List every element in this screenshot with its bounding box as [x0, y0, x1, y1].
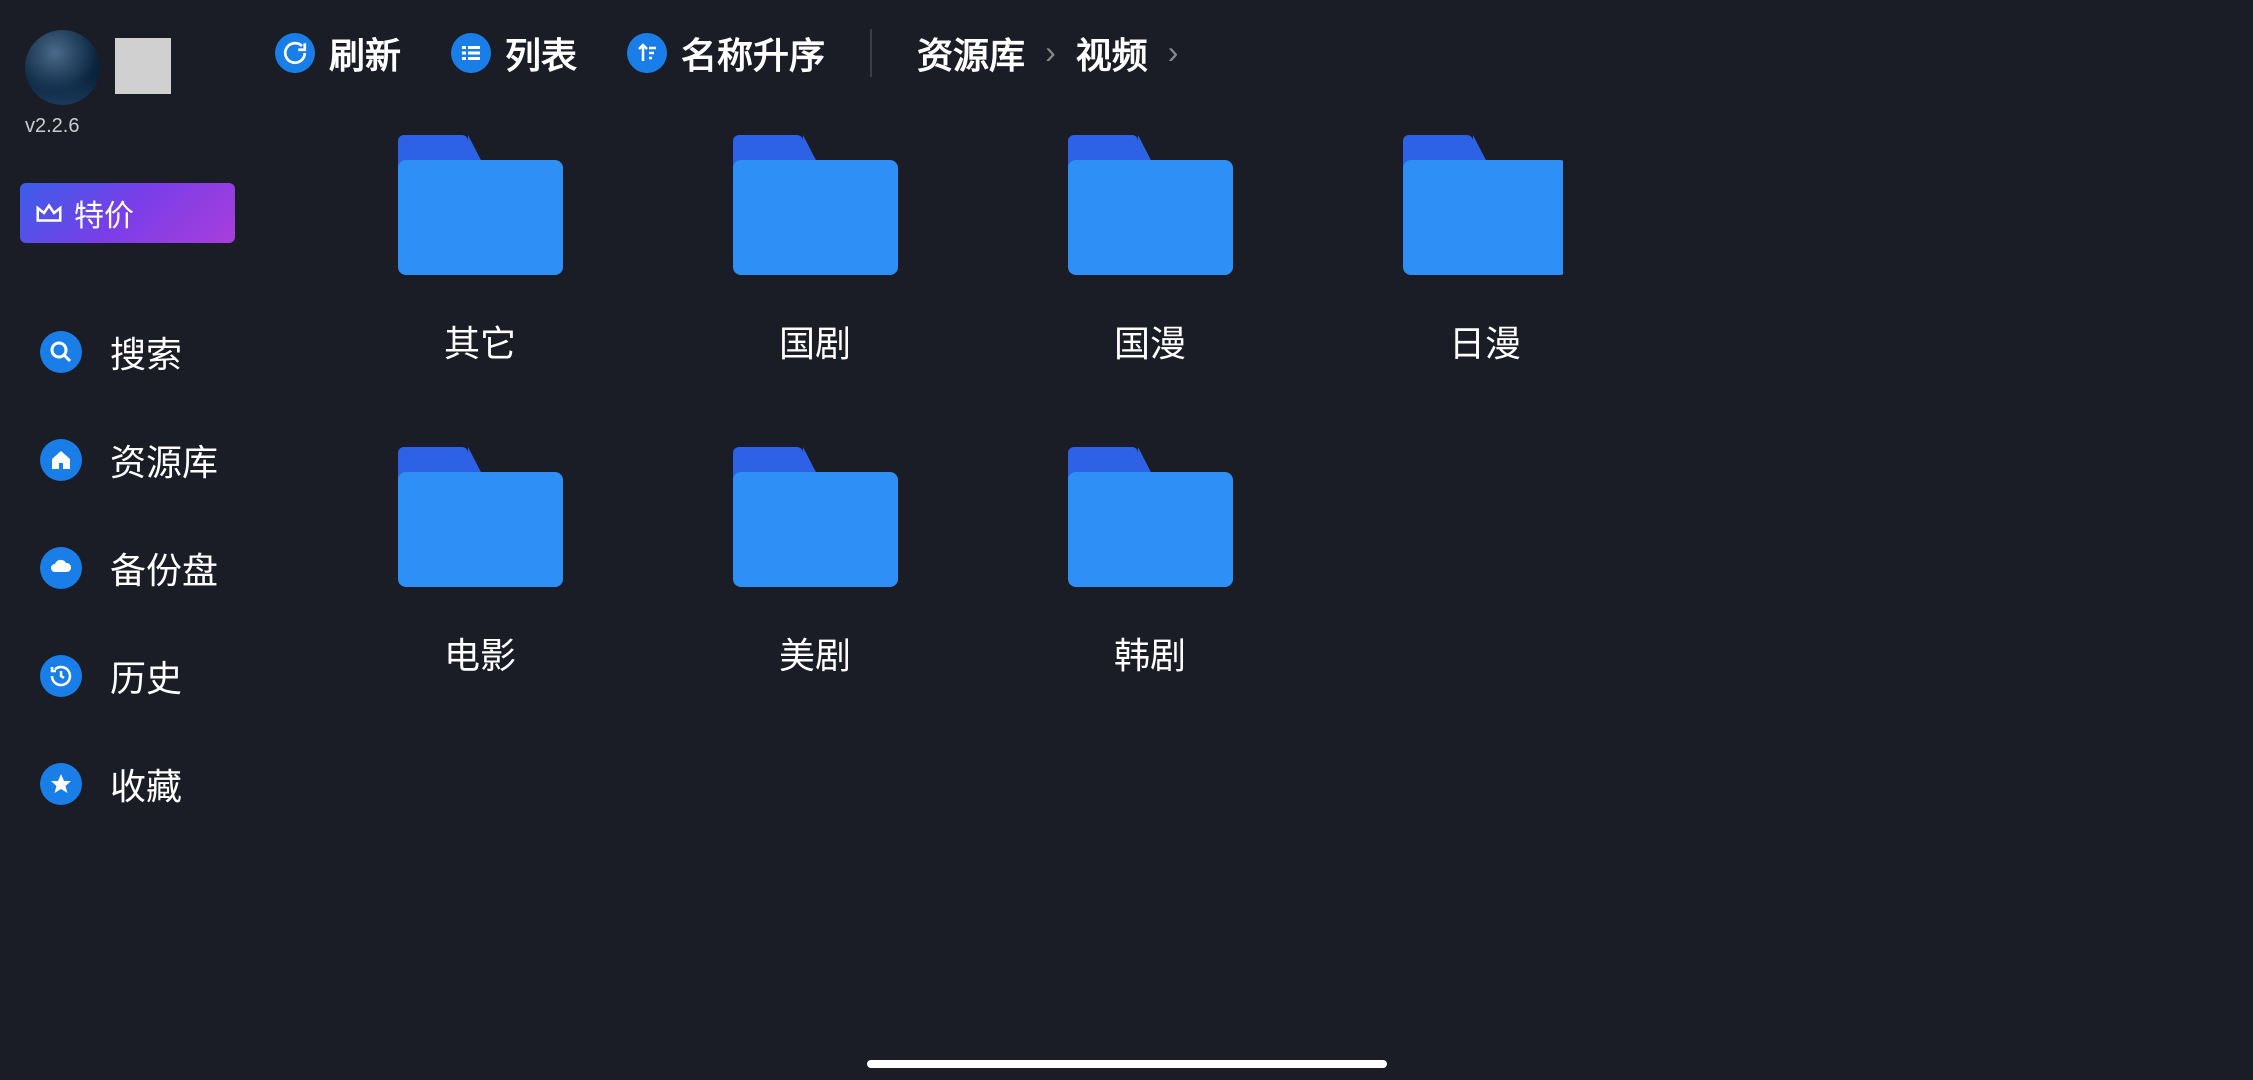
- sidebar-item-label: 收藏: [110, 758, 182, 810]
- sidebar-item-favorites[interactable]: 收藏: [0, 730, 255, 838]
- list-icon: [451, 33, 491, 73]
- sidebar-item-history[interactable]: 历史: [0, 622, 255, 730]
- toolbar-divider: [870, 29, 872, 77]
- breadcrumb-item-video[interactable]: 视频: [1076, 27, 1148, 79]
- folder-icon: [1403, 135, 1568, 275]
- folder-icon: [733, 447, 898, 587]
- version-label: v2.2.6: [0, 115, 255, 138]
- folder-item[interactable]: 国漫: [985, 135, 1315, 367]
- folder-item[interactable]: 美剧: [650, 447, 980, 679]
- chevron-right-icon: ›: [1168, 34, 1179, 71]
- refresh-icon: [275, 33, 315, 73]
- folder-item[interactable]: 韩剧: [985, 447, 1315, 679]
- folder-label: 电影: [444, 627, 516, 679]
- folder-icon: [398, 135, 563, 275]
- sidebar-item-label: 备份盘: [110, 542, 218, 594]
- refresh-label: 刷新: [329, 27, 401, 79]
- folder-item[interactable]: 其它: [315, 135, 645, 367]
- chevron-right-icon: ›: [1045, 34, 1056, 71]
- sidebar-item-backup[interactable]: 备份盘: [0, 514, 255, 622]
- star-icon: [40, 763, 82, 805]
- folder-label: 其它: [444, 315, 516, 367]
- breadcrumb-item-library[interactable]: 资源库: [917, 27, 1025, 79]
- folder-label: 韩剧: [1114, 627, 1186, 679]
- cloud-icon: [40, 547, 82, 589]
- folder-label: 国剧: [779, 315, 851, 367]
- promo-banner[interactable]: 特价: [20, 183, 235, 243]
- sidebar: v2.2.6 特价 搜索 资源库: [0, 0, 255, 1080]
- list-label: 列表: [505, 27, 577, 79]
- home-indicator[interactable]: [867, 1060, 1387, 1068]
- avatar-section: [0, 30, 255, 105]
- sidebar-item-search[interactable]: 搜索: [0, 298, 255, 406]
- search-icon: [40, 331, 82, 373]
- refresh-button[interactable]: 刷新: [275, 27, 401, 79]
- sidebar-item-label: 搜索: [110, 326, 182, 378]
- sidebar-item-library[interactable]: 资源库: [0, 406, 255, 514]
- user-avatar[interactable]: [25, 30, 100, 105]
- promo-label: 特价: [74, 191, 134, 235]
- folder-icon: [733, 135, 898, 275]
- list-button[interactable]: 列表: [451, 27, 577, 79]
- history-icon: [40, 655, 82, 697]
- sort-label: 名称升序: [681, 27, 825, 79]
- sort-button[interactable]: 名称升序: [627, 27, 825, 79]
- sort-icon: [627, 33, 667, 73]
- folder-item[interactable]: 电影: [315, 447, 645, 679]
- cutoff-area: [1563, 0, 2253, 1080]
- breadcrumb: 资源库 › 视频 ›: [917, 27, 1178, 79]
- folder-icon: [1068, 135, 1233, 275]
- avatar-badge: [115, 38, 171, 94]
- folder-item[interactable]: 国剧: [650, 135, 980, 367]
- crown-icon: [34, 198, 64, 228]
- folder-label: 国漫: [1114, 315, 1186, 367]
- folder-icon: [398, 447, 563, 587]
- sidebar-item-label: 历史: [110, 650, 182, 702]
- folder-icon: [1068, 447, 1233, 587]
- folder-label: 美剧: [779, 627, 851, 679]
- folder-label: 日漫: [1449, 315, 1521, 367]
- sidebar-item-label: 资源库: [110, 434, 218, 486]
- home-icon: [40, 439, 82, 481]
